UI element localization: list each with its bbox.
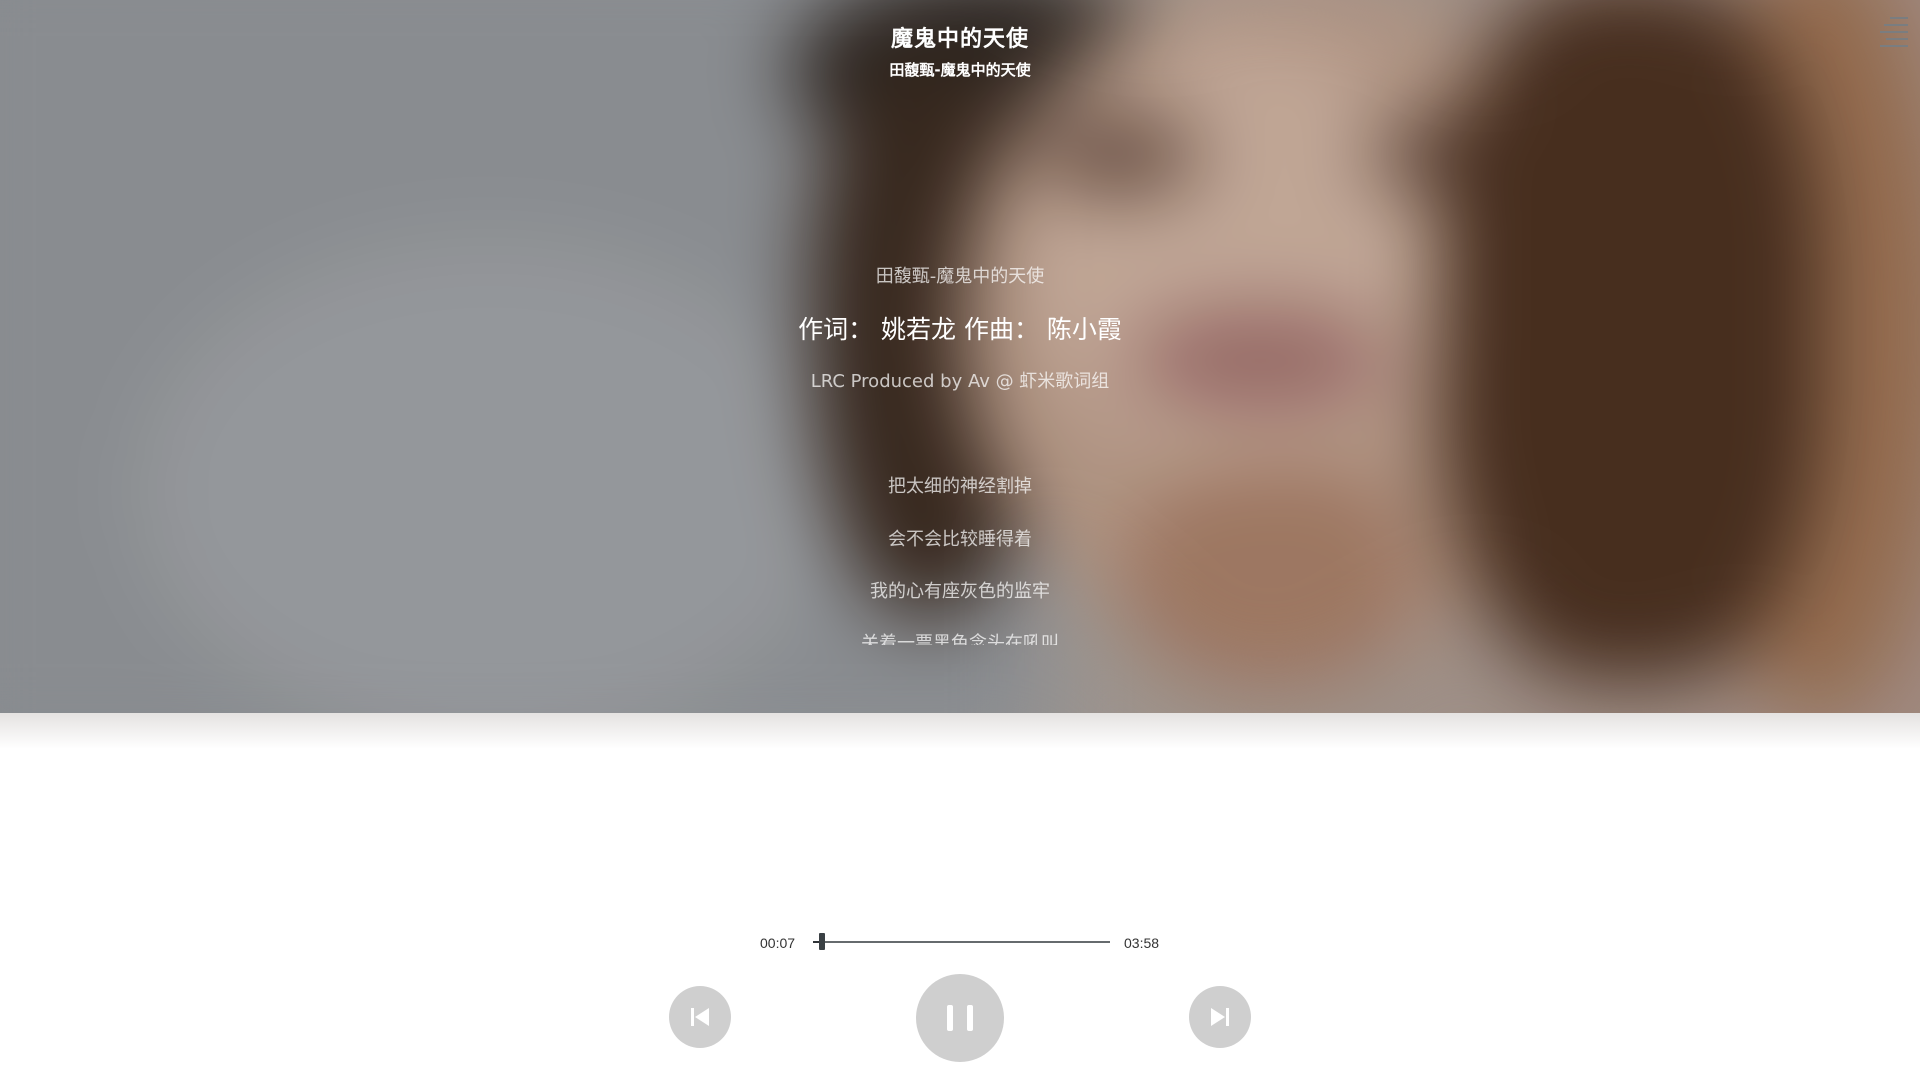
progress-thumb[interactable]	[818, 933, 825, 950]
skip-previous-icon	[691, 1008, 709, 1026]
lyric-line: 把太细的神经割掉	[888, 476, 1032, 497]
lyric-line: LRC Produced by Av @ 虾米歌词组	[810, 371, 1110, 392]
lyrics-panel[interactable]: 田馥甄-魔鬼中的天使 作词： 姚若龙 作曲： 陈小霞 LRC Produced …	[560, 250, 1360, 645]
song-title: 魔鬼中的天使	[890, 27, 1029, 52]
skip-next-icon	[1211, 1008, 1229, 1026]
menu-button[interactable]	[1876, 14, 1908, 48]
lyric-line-active: 作词： 姚若龙 作曲： 陈小霞	[798, 315, 1122, 344]
lyric-line: 田馥甄-魔鬼中的天使	[875, 266, 1045, 287]
music-player-page: 魔鬼中的天使 田馥甄-魔鬼中的天使 田馥甄-魔鬼中的天使 作词： 姚若龙 作曲：…	[0, 0, 1920, 1080]
lyric-line: 我的心有座灰色的监牢	[870, 581, 1050, 602]
song-artist-subtitle: 田馥甄-魔鬼中的天使	[889, 61, 1031, 79]
previous-track-button[interactable]	[669, 986, 731, 1048]
play-pause-button[interactable]	[916, 974, 1004, 1062]
progress-bar[interactable]	[813, 933, 1110, 950]
background-fade	[0, 713, 1920, 749]
lyric-line: 会不会比较睡得着	[888, 529, 1032, 550]
album-art-background: 魔鬼中的天使 田馥甄-魔鬼中的天使 田馥甄-魔鬼中的天使 作词： 姚若龙 作曲：…	[0, 0, 1920, 713]
current-time: 00:07	[760, 935, 796, 951]
pause-icon	[947, 1005, 973, 1031]
next-track-button[interactable]	[1189, 986, 1251, 1048]
lyric-line: 关着一票黑色念头在吼叫	[861, 633, 1059, 645]
total-time: 03:58	[1124, 935, 1160, 951]
